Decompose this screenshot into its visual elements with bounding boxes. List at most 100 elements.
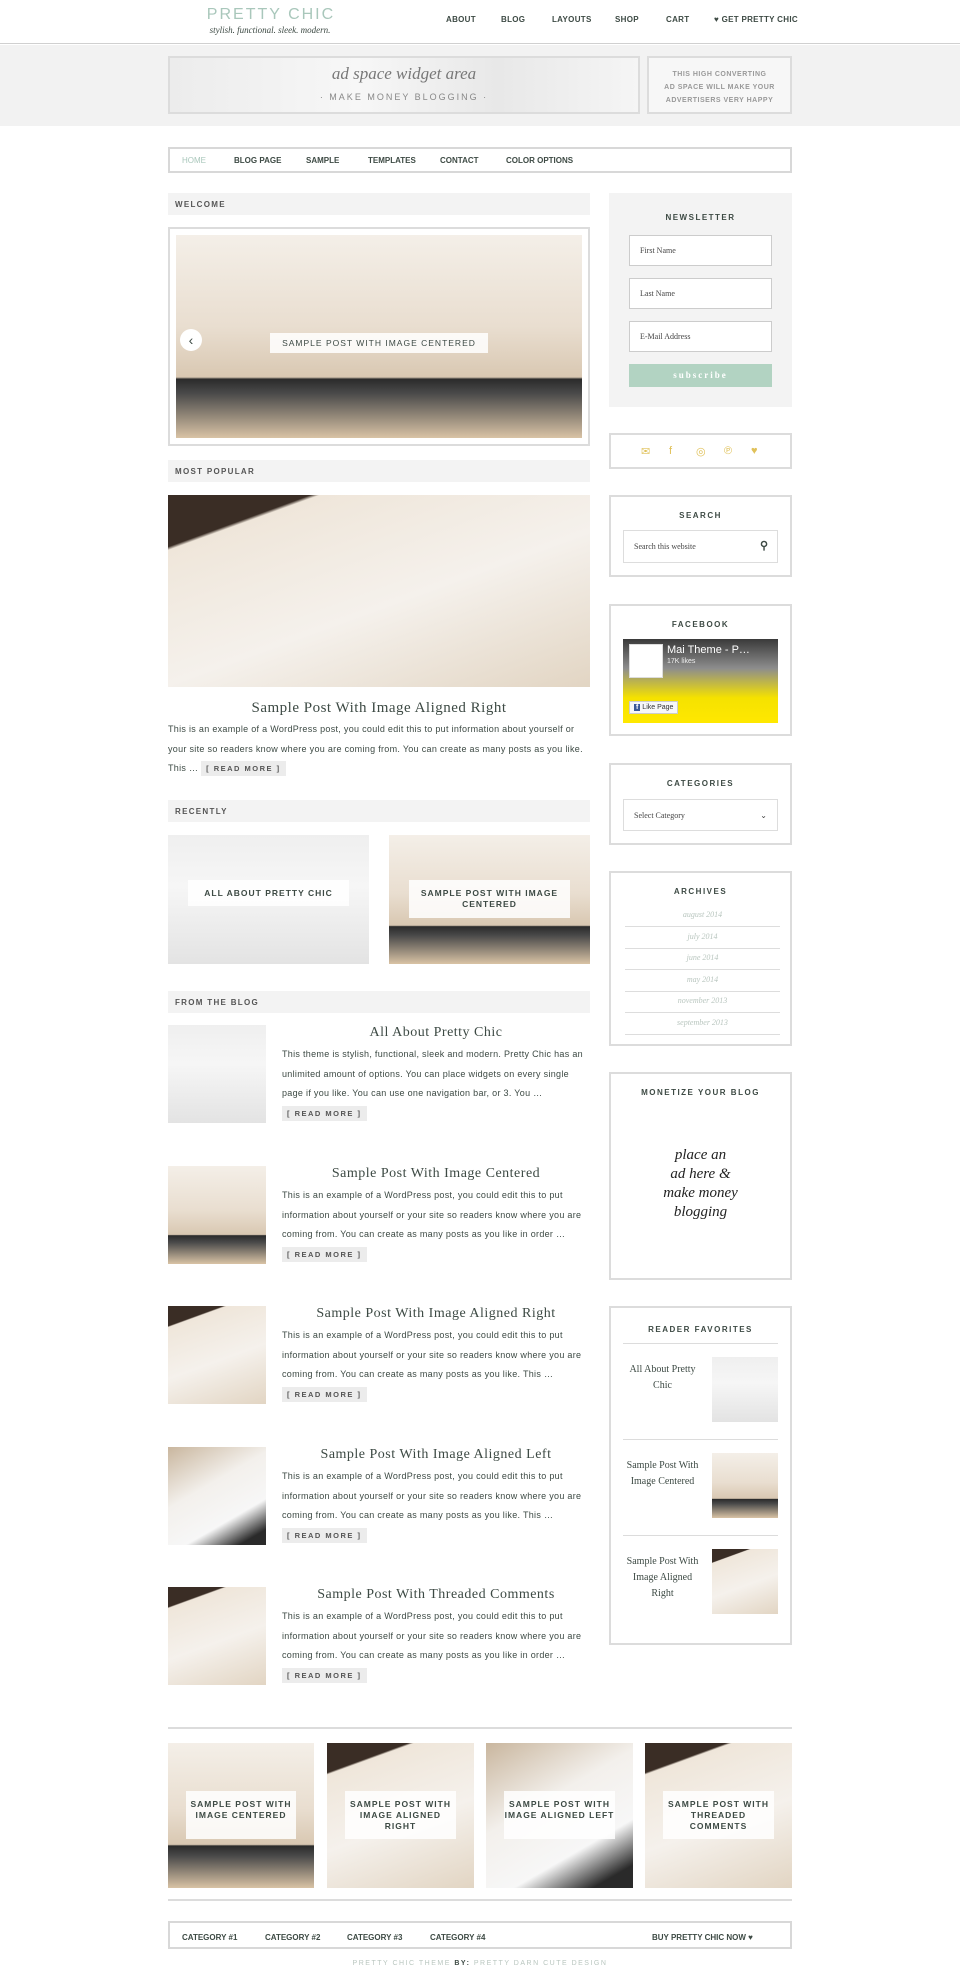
post-excerpt: This is an example of a WordPress post, … xyxy=(282,1326,590,1404)
footer-category-2[interactable]: CATEGORY #2 xyxy=(265,1933,320,1942)
post-thumbnail[interactable] xyxy=(168,1025,266,1123)
featured-post-title: SAMPLE POST WITH IMAGE ALIGNED RIGHT xyxy=(345,1791,456,1839)
credit-designer[interactable]: PRETTY DARN CUTE DESIGN xyxy=(474,1960,608,1967)
ad-script-line: blogging xyxy=(673,1204,728,1220)
read-more-button[interactable]: [ READ MORE ] xyxy=(282,1105,367,1121)
credit-theme[interactable]: PRETTY CHIC THEME xyxy=(353,1960,451,1967)
email-icon[interactable]: ✉ xyxy=(641,445,650,458)
favorite-thumbnail[interactable] xyxy=(712,1453,778,1518)
favorite-title[interactable]: Sample Post With Image Centered xyxy=(625,1458,700,1490)
first-name-input[interactable]: First Name xyxy=(629,235,772,266)
recent-post-card[interactable]: ALL ABOUT PRETTY CHIC xyxy=(168,835,369,964)
archive-link[interactable]: june 2014 xyxy=(625,949,780,970)
slide-caption[interactable]: SAMPLE POST WITH IMAGE CENTERED xyxy=(270,333,488,353)
logo-title[interactable]: PRETTY CHIC xyxy=(206,6,336,24)
read-more-button[interactable]: [ READ MORE ] xyxy=(282,1667,367,1683)
post-title[interactable]: Sample Post With Image Centered xyxy=(282,1166,590,1182)
most-popular-title[interactable]: Sample Post With Image Aligned Right xyxy=(168,700,590,717)
recently-heading: RECENTLY xyxy=(168,800,590,822)
facebook-page-plugin[interactable]: Mai Theme - P… 17K likes f Like Page xyxy=(623,639,778,723)
category-select-value: Select Category xyxy=(634,810,685,820)
facebook-icon[interactable]: f xyxy=(669,445,672,457)
excerpt-text: This is an example of a WordPress post, … xyxy=(282,1611,582,1660)
footer-category-3[interactable]: CATEGORY #3 xyxy=(347,1933,402,1942)
nav-home[interactable]: HOME xyxy=(182,156,206,165)
topnav-shop[interactable]: SHOP xyxy=(615,15,639,24)
archives-title: ARCHIVES xyxy=(673,887,728,896)
ad-banner[interactable]: ad space widget area · MAKE MONEY BLOGGI… xyxy=(168,56,640,114)
post-title[interactable]: Sample Post With Image Aligned Left xyxy=(282,1447,590,1463)
slider-prev-arrow-icon[interactable]: ‹ xyxy=(180,329,202,351)
last-name-input[interactable]: Last Name xyxy=(629,278,772,309)
nav-templates[interactable]: TEMPLATES xyxy=(368,156,416,165)
topnav-blog[interactable]: BLOG xyxy=(501,15,525,24)
nav-contact[interactable]: CONTACT xyxy=(440,156,479,165)
post-title[interactable]: Sample Post With Image Aligned Right xyxy=(282,1306,590,1322)
post-excerpt: This theme is stylish, functional, sleek… xyxy=(282,1045,590,1123)
topnav-about[interactable]: ABOUT xyxy=(446,15,476,24)
read-more-button[interactable]: [ READ MORE ] xyxy=(282,1527,367,1543)
favorite-thumbnail[interactable] xyxy=(712,1549,778,1614)
excerpt-text: This is an example of a WordPress post, … xyxy=(282,1471,582,1520)
archive-link[interactable]: august 2014 xyxy=(625,906,780,927)
blog-post: All About Pretty Chic This theme is styl… xyxy=(168,1025,590,1125)
favorite-title[interactable]: Sample Post With Image Aligned Right xyxy=(625,1554,700,1602)
category-select[interactable]: Select Category ⌄ xyxy=(623,799,778,831)
topnav-get-pretty-chic[interactable]: ♥ GET PRETTY CHIC xyxy=(714,15,798,24)
post-excerpt: This is an example of a WordPress post, … xyxy=(282,1186,590,1264)
read-more-button[interactable]: [ READ MORE ] xyxy=(282,1246,367,1262)
instagram-icon[interactable]: ◎ xyxy=(696,445,706,458)
social-widget: ✉ f ◎ ℗ ♥ xyxy=(609,433,792,469)
favorite-title[interactable]: All About Pretty Chic xyxy=(625,1362,700,1394)
read-more-button[interactable]: [ READ MORE ] xyxy=(201,761,286,776)
post-thumbnail[interactable] xyxy=(168,1587,266,1685)
post-thumbnail[interactable] xyxy=(168,1166,266,1264)
buy-pretty-chic-link[interactable]: BUY PRETTY CHIC NOW ♥ xyxy=(652,1933,753,1942)
post-title[interactable]: Sample Post With Threaded Comments xyxy=(282,1587,590,1603)
archive-link[interactable]: may 2014 xyxy=(625,971,780,992)
recent-post-title: ALL ABOUT PRETTY CHIC xyxy=(188,880,349,906)
archive-link[interactable]: november 2013 xyxy=(625,992,780,1013)
footer-category-1[interactable]: CATEGORY #1 xyxy=(182,1933,237,1942)
search-input[interactable]: Search this website xyxy=(623,530,778,563)
ad-side-line: AD SPACE WILL MAKE YOUR xyxy=(664,84,775,91)
ad-script-text: ad space widget area xyxy=(331,64,477,83)
nav-blog-page[interactable]: BLOG PAGE xyxy=(234,156,281,165)
excerpt-text: This is an example of a WordPress post, … xyxy=(282,1190,582,1239)
favorite-thumbnail[interactable] xyxy=(712,1357,778,1422)
nav-sample[interactable]: SAMPLE xyxy=(306,156,339,165)
facebook-widget: FACEBOOK Mai Theme - P… 17K likes f Like… xyxy=(609,604,792,736)
twitter-icon[interactable]: ♥ xyxy=(751,445,758,457)
post-thumbnail[interactable] xyxy=(168,1447,266,1545)
monetize-widget: MONETIZE YOUR BLOG place an ad here & ma… xyxy=(609,1072,792,1280)
featured-post-card[interactable]: SAMPLE POST WITH IMAGE ALIGNED RIGHT xyxy=(327,1743,474,1888)
monetize-ad-image[interactable]: place an ad here & make money blogging xyxy=(611,1146,790,1222)
ad-side-box[interactable]: THIS HIGH CONVERTING AD SPACE WILL MAKE … xyxy=(647,56,792,114)
like-page-label: Like Page xyxy=(642,704,674,711)
recent-post-card[interactable]: SAMPLE POST WITH IMAGE CENTERED xyxy=(389,835,590,964)
search-icon[interactable]: ⚲ xyxy=(760,539,768,552)
most-popular-image[interactable] xyxy=(168,495,590,687)
topnav-cart[interactable]: CART xyxy=(666,15,689,24)
subscribe-button[interactable]: subscribe xyxy=(629,364,772,387)
search-widget: SEARCH Search this website ⚲ xyxy=(609,495,792,577)
archive-link[interactable]: july 2014 xyxy=(625,928,780,949)
blog-post: Sample Post With Image Aligned Left This… xyxy=(168,1447,590,1547)
featured-post-card[interactable]: SAMPLE POST WITH THREADED COMMENTS xyxy=(645,1743,792,1888)
post-title[interactable]: All About Pretty Chic xyxy=(282,1025,590,1041)
ad-script-line: make money xyxy=(663,1185,738,1201)
email-input[interactable]: E-Mail Address xyxy=(629,321,772,352)
nav-color-options[interactable]: COLOR OPTIONS xyxy=(506,156,573,165)
archive-link[interactable]: september 2013 xyxy=(625,1014,780,1035)
blog-post: Sample Post With Image Centered This is … xyxy=(168,1166,590,1266)
ad-side-line: THIS HIGH CONVERTING xyxy=(672,71,767,78)
post-thumbnail[interactable] xyxy=(168,1306,266,1404)
read-more-button[interactable]: [ READ MORE ] xyxy=(282,1386,367,1402)
blog-post: Sample Post With Image Aligned Right Thi… xyxy=(168,1306,590,1406)
like-page-button[interactable]: f Like Page xyxy=(629,701,679,714)
featured-post-card[interactable]: SAMPLE POST WITH IMAGE CENTERED xyxy=(168,1743,314,1888)
footer-category-4[interactable]: CATEGORY #4 xyxy=(430,1933,485,1942)
featured-post-card[interactable]: SAMPLE POST WITH IMAGE ALIGNED LEFT xyxy=(486,1743,633,1888)
topnav-layouts[interactable]: LAYOUTS xyxy=(552,15,592,24)
pinterest-icon[interactable]: ℗ xyxy=(724,445,732,457)
